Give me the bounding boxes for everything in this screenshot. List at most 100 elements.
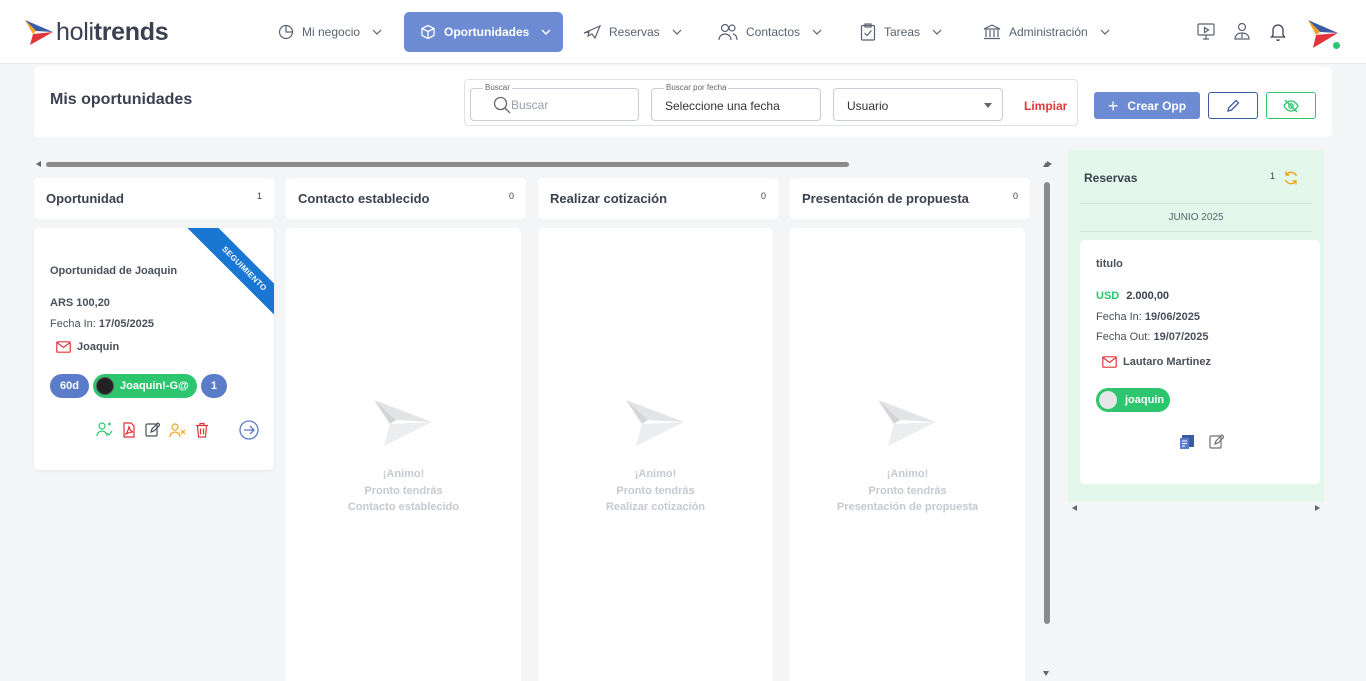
column-title: Realizar cotización [550,191,668,206]
empty-state: ¡Animo! Pronto tendrás Realizar cotizaci… [538,398,773,516]
empty-line-1: ¡Animo! [886,468,929,480]
user-badge[interactable]: Joaquin!-G@ [93,374,197,398]
opportunity-contact[interactable]: Joaquin [56,341,119,353]
arrow-right-circle-icon[interactable] [239,420,259,445]
clear-button[interactable]: Limpiar [1024,99,1067,113]
column-title: Oportunidad [46,191,124,206]
card-actions [96,421,218,438]
reserva-card[interactable]: titulo USD 2.000,00 Fecha In: 19/06/2025 … [1080,240,1320,484]
nav-label: Tareas [884,25,921,39]
column-count: 0 [760,191,766,201]
pencil-icon [1226,99,1240,113]
online-status-dot [1332,41,1341,50]
eye-off-icon [1283,99,1299,113]
chevron-down-icon [932,29,942,35]
empty-line-1: ¡Animo! [382,468,425,480]
nav-oportunidades[interactable]: Oportunidades [404,12,563,52]
mail-icon [56,341,77,353]
scroll-thumb[interactable] [1044,182,1050,624]
column-body-cotizacion: ¡Animo! Pronto tendrás Realizar cotizaci… [538,228,773,681]
date-value: 19/07/2025 [1153,331,1209,343]
user-name: Joaquin!-G@ [120,380,189,392]
date-value: 17/05/2025 [98,318,154,330]
edit-icon[interactable] [1209,434,1224,450]
create-opp-button[interactable]: + Crear Opp [1094,92,1200,119]
refresh-icon[interactable] [1283,170,1299,191]
edit-icon[interactable] [145,422,160,437]
logo-text: holitrends [56,17,169,46]
reservas-count: 1 [1270,171,1276,181]
column-header-cotizacion: Realizar cotización 0 [538,178,778,219]
contact-name: Joaquin [77,341,120,353]
column-header-oportunidad: Oportunidad 1 [34,178,274,219]
nav-reservas[interactable]: Reservas [583,12,682,52]
opportunity-card[interactable]: SEGUIMIENTO Oportunidad de Joaquin ARS 1… [34,228,274,470]
opportunity-amount: ARS 100,20 [50,297,110,309]
contact-name: Lautaro Martinez [1123,356,1212,368]
assign-user-icon[interactable] [96,421,113,438]
scroll-right-arrow[interactable] [1315,505,1320,511]
nav-mi-negocio[interactable]: Mi negocio [278,12,382,52]
pdf-icon[interactable] [122,421,136,438]
nav-contactos[interactable]: Contactos [718,12,822,52]
opportunity-date: Fecha In: 17/05/2025 [50,318,154,330]
user-select[interactable]: Usuario [833,88,1003,121]
empty-line-3: Contacto establecido [347,501,460,513]
scroll-thumb[interactable] [46,162,849,167]
date-label: Fecha Out: [1096,331,1151,343]
search-label: Buscar [483,83,512,92]
caret-down-icon [984,103,992,108]
reservas-title: Reservas [1084,171,1138,185]
remove-user-icon[interactable] [169,422,186,438]
scroll-down-arrow[interactable] [1043,671,1049,676]
box-icon [420,24,436,40]
document-icon[interactable] [1179,434,1195,450]
edit-button[interactable] [1208,92,1258,119]
empty-state: ¡Animo! Pronto tendrás Contacto establec… [286,398,521,516]
reservas-panel: Reservas 1 JUNIO 2025 titulo USD 2.000,00… [1068,150,1324,502]
empty-state: ¡Animo! Pronto tendrás Presentación de p… [790,398,1025,516]
nav-label: Mi negocio [302,25,361,39]
date-field[interactable]: Buscar por fecha Seleccione una fecha [651,83,821,121]
search-input[interactable] [511,98,631,112]
column-body-propuesta: ¡Animo! Pronto tendrás Presentación de p… [790,228,1025,681]
board-horizontal-scrollbar[interactable] [34,160,1052,168]
reserva-date-out: Fecha Out: 19/07/2025 [1096,331,1209,343]
chevron-down-icon [372,29,382,35]
empty-bird-icon [625,400,684,446]
reserva-actions [1179,434,1238,450]
empty-line-1: ¡Animo! [634,468,677,480]
holitrends-logo[interactable]: holitrends [24,17,169,47]
month-header: JUNIO 2025 [1080,203,1312,232]
nav-label: Reservas [609,25,660,39]
reserva-contact[interactable]: Lautaro Martinez [1102,356,1211,368]
empty-line-2: Pronto tendrás [364,484,443,497]
chevron-down-icon [812,29,822,35]
mail-icon [1102,356,1123,368]
screen-play-icon[interactable] [1197,22,1215,45]
column-count: 1 [256,191,262,201]
status-ribbon: SEGUIMIENTO [186,228,274,327]
logo-bird-icon [25,20,53,45]
board-vertical-scrollbar[interactable] [1042,160,1052,680]
count-badge: 1 [201,374,227,398]
column-title: Presentación de propuesta [802,191,969,206]
trash-icon[interactable] [195,422,209,438]
toggle-visibility-button[interactable] [1266,92,1316,119]
days-badge: 60d [50,374,89,398]
user-badge[interactable]: joaquin [1096,388,1170,412]
scroll-up-arrow[interactable] [1043,162,1049,167]
user-tie-icon[interactable] [1233,22,1251,45]
column-header-contacto: Contacto establecido 0 [286,178,526,219]
user-avatar [1099,391,1117,409]
top-navbar: holitrends Mi negocio Oportunidades Rese… [0,0,1366,64]
nav-tareas[interactable]: Tareas [860,12,942,52]
reservas-horizontal-scrollbar[interactable] [1068,504,1324,512]
opportunity-title: Oportunidad de Joaquin [50,265,178,277]
nav-administracion[interactable]: Administración [983,12,1110,52]
search-icon [493,96,511,117]
bell-icon[interactable] [1269,22,1287,46]
scroll-left-arrow[interactable] [1072,505,1077,511]
search-field[interactable]: Buscar [470,83,639,121]
scroll-left-arrow[interactable] [36,161,41,167]
